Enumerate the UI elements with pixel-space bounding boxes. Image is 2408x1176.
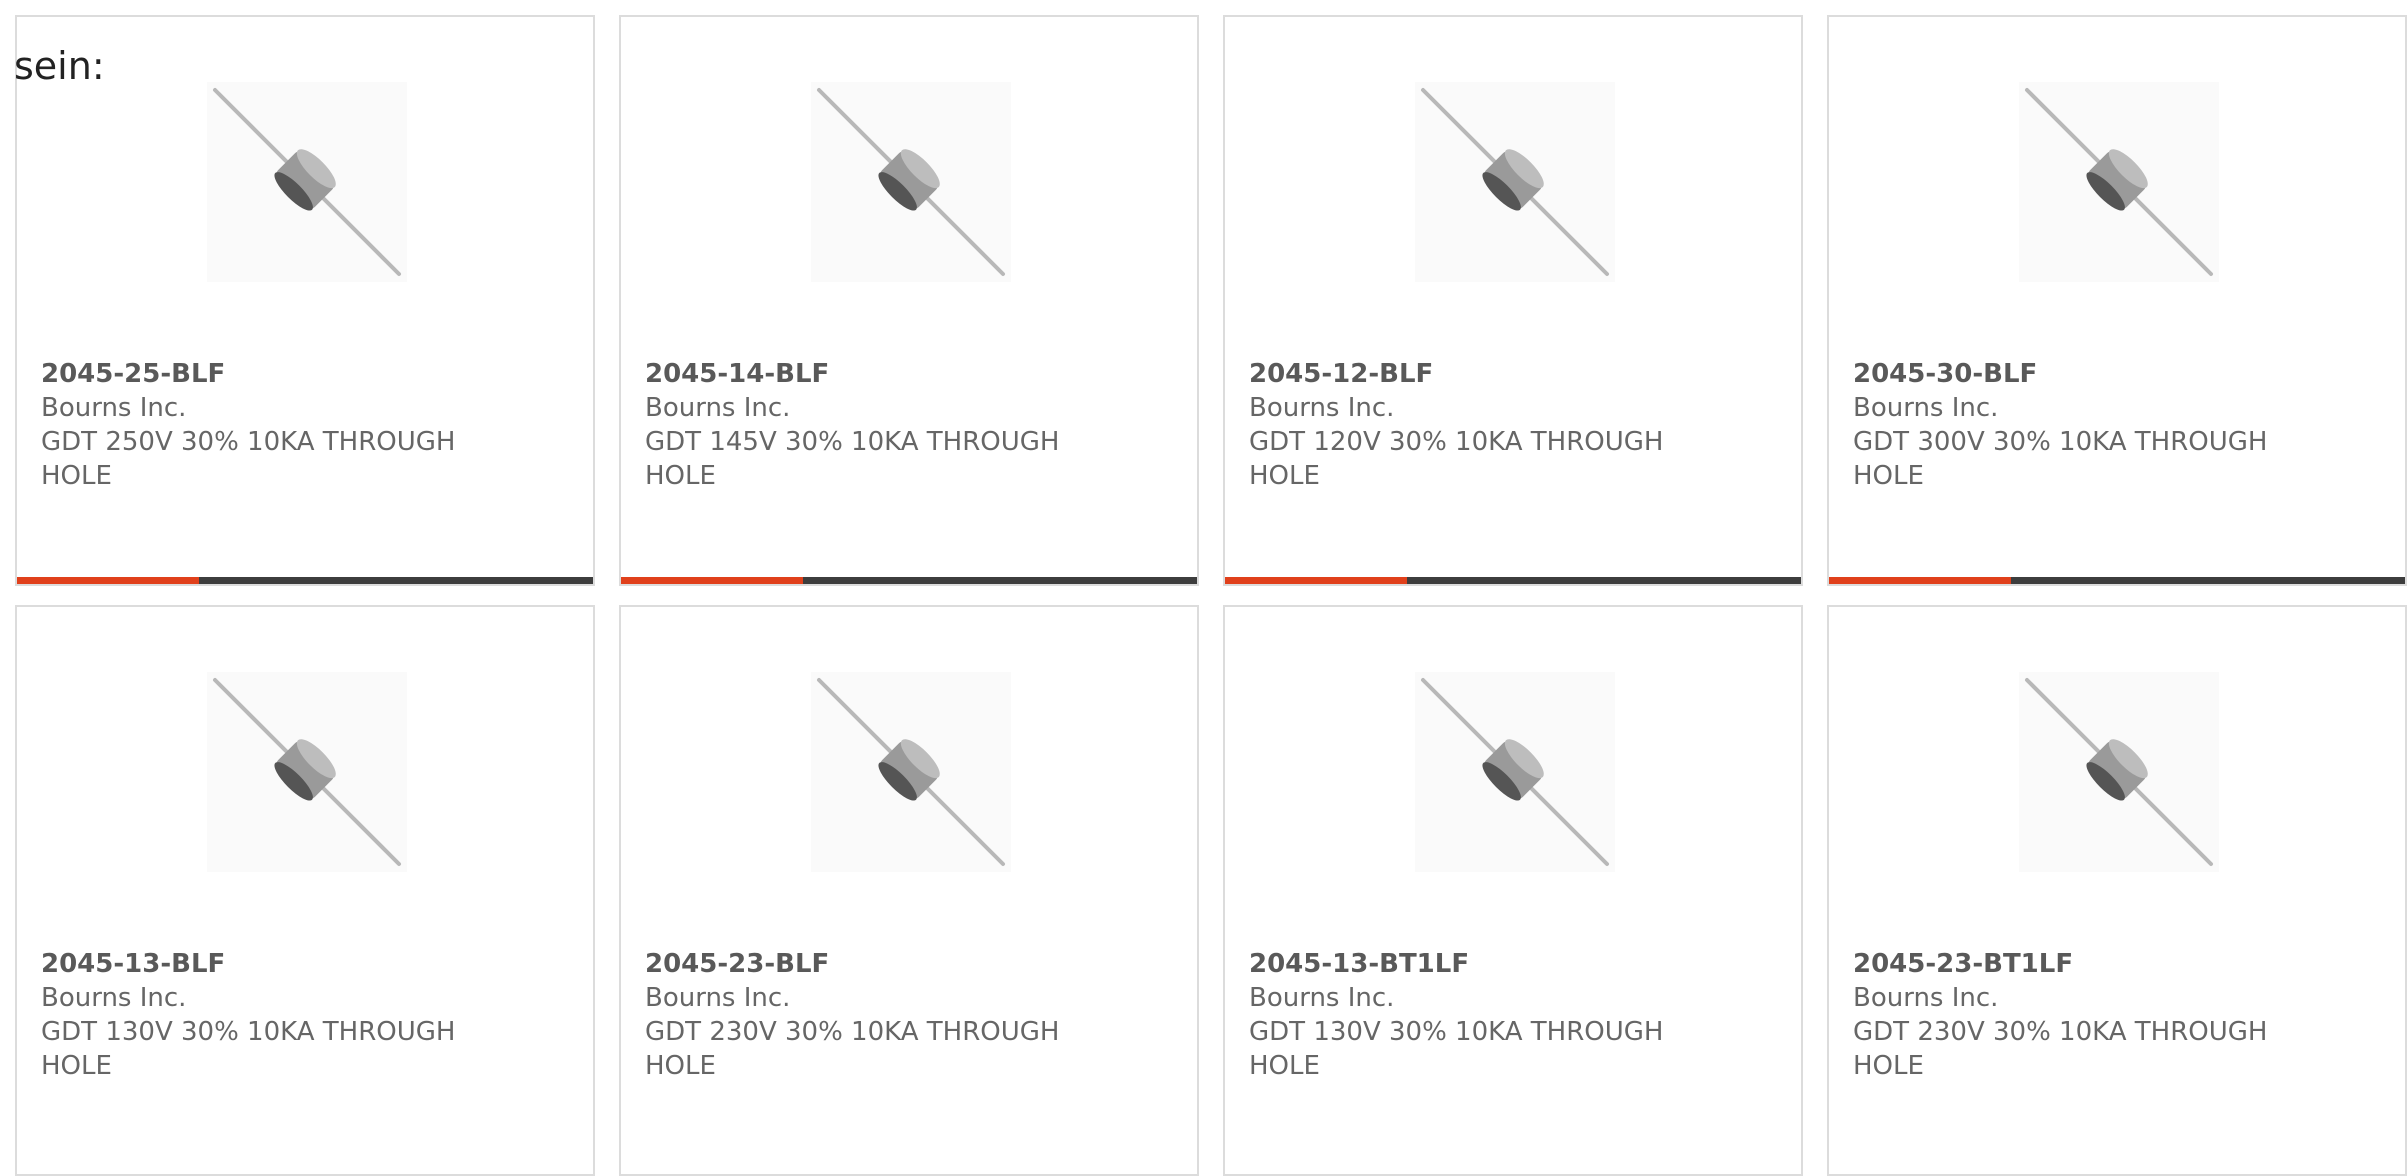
gas-discharge-tube-icon — [811, 672, 1011, 872]
product-card[interactable]: 2045-14-BLF Bourns Inc. GDT 145V 30% 10K… — [619, 15, 1199, 586]
product-info: 2045-23-BLF Bourns Inc. GDT 230V 30% 10K… — [645, 947, 1173, 1083]
manufacturer-label: Bourns Inc. — [41, 393, 187, 423]
product-info: 2045-23-BT1LF Bourns Inc. GDT 230V 30% 1… — [1853, 947, 2381, 1083]
product-grid: 2045-25-BLF Bourns Inc. GDT 250V 30% 10K… — [15, 15, 2407, 1176]
description-label: GDT 230V 30% 10KA THROUGH HOLE — [645, 1017, 1060, 1081]
manufacturer-label: Bourns Inc. — [645, 393, 791, 423]
description-label: GDT 130V 30% 10KA THROUGH HOLE — [1249, 1017, 1664, 1081]
product-info: 2045-25-BLF Bourns Inc. GDT 250V 30% 10K… — [41, 357, 569, 493]
description-label: GDT 120V 30% 10KA THROUGH HOLE — [1249, 427, 1664, 491]
manufacturer-label: Bourns Inc. — [1853, 393, 1999, 423]
part-number-link[interactable]: 2045-13-BT1LF — [1249, 947, 1777, 981]
product-info: 2045-30-BLF Bourns Inc. GDT 300V 30% 10K… — [1853, 357, 2381, 493]
part-number-link[interactable]: 2045-14-BLF — [645, 357, 1173, 391]
description-label: GDT 230V 30% 10KA THROUGH HOLE — [1853, 1017, 2268, 1081]
card-bottom-bar — [17, 577, 593, 584]
product-card[interactable]: 2045-13-BT1LF Bourns Inc. GDT 130V 30% 1… — [1223, 605, 1803, 1176]
product-info: 2045-12-BLF Bourns Inc. GDT 120V 30% 10K… — [1249, 357, 1777, 493]
gas-discharge-tube-icon — [1415, 672, 1615, 872]
description-label: GDT 130V 30% 10KA THROUGH HOLE — [41, 1017, 456, 1081]
product-info: 2045-13-BLF Bourns Inc. GDT 130V 30% 10K… — [41, 947, 569, 1083]
manufacturer-label: Bourns Inc. — [1853, 983, 1999, 1013]
manufacturer-label: Bourns Inc. — [1249, 983, 1395, 1013]
description-label: GDT 250V 30% 10KA THROUGH HOLE — [41, 427, 456, 491]
intro-text: sein: — [14, 44, 105, 88]
bar-accent — [17, 577, 199, 584]
part-number-link[interactable]: 2045-23-BT1LF — [1853, 947, 2381, 981]
gas-discharge-tube-icon — [1415, 82, 1615, 282]
manufacturer-label: Bourns Inc. — [1249, 393, 1395, 423]
product-card[interactable]: 2045-30-BLF Bourns Inc. GDT 300V 30% 10K… — [1827, 15, 2407, 586]
product-info: 2045-13-BT1LF Bourns Inc. GDT 130V 30% 1… — [1249, 947, 1777, 1083]
gas-discharge-tube-icon — [207, 672, 407, 872]
manufacturer-label: Bourns Inc. — [645, 983, 791, 1013]
product-card[interactable]: 2045-12-BLF Bourns Inc. GDT 120V 30% 10K… — [1223, 15, 1803, 586]
part-number-link[interactable]: 2045-25-BLF — [41, 357, 569, 391]
product-card[interactable]: 2045-23-BT1LF Bourns Inc. GDT 230V 30% 1… — [1827, 605, 2407, 1176]
description-label: GDT 145V 30% 10KA THROUGH HOLE — [645, 427, 1060, 491]
card-bottom-bar — [1225, 577, 1801, 584]
description-label: GDT 300V 30% 10KA THROUGH HOLE — [1853, 427, 2268, 491]
gas-discharge-tube-icon — [811, 82, 1011, 282]
product-card[interactable]: 2045-23-BLF Bourns Inc. GDT 230V 30% 10K… — [619, 605, 1199, 1176]
gas-discharge-tube-icon — [207, 82, 407, 282]
card-bottom-bar — [621, 577, 1197, 584]
part-number-link[interactable]: 2045-12-BLF — [1249, 357, 1777, 391]
gas-discharge-tube-icon — [2019, 82, 2219, 282]
product-card[interactable]: 2045-13-BLF Bourns Inc. GDT 130V 30% 10K… — [15, 605, 595, 1176]
part-number-link[interactable]: 2045-30-BLF — [1853, 357, 2381, 391]
part-number-link[interactable]: 2045-13-BLF — [41, 947, 569, 981]
bar-accent — [1829, 577, 2011, 584]
product-info: 2045-14-BLF Bourns Inc. GDT 145V 30% 10K… — [645, 357, 1173, 493]
card-bottom-bar — [1829, 577, 2405, 584]
bar-accent — [621, 577, 803, 584]
bar-accent — [1225, 577, 1407, 584]
product-card[interactable]: 2045-25-BLF Bourns Inc. GDT 250V 30% 10K… — [15, 15, 595, 586]
gas-discharge-tube-icon — [2019, 672, 2219, 872]
part-number-link[interactable]: 2045-23-BLF — [645, 947, 1173, 981]
manufacturer-label: Bourns Inc. — [41, 983, 187, 1013]
